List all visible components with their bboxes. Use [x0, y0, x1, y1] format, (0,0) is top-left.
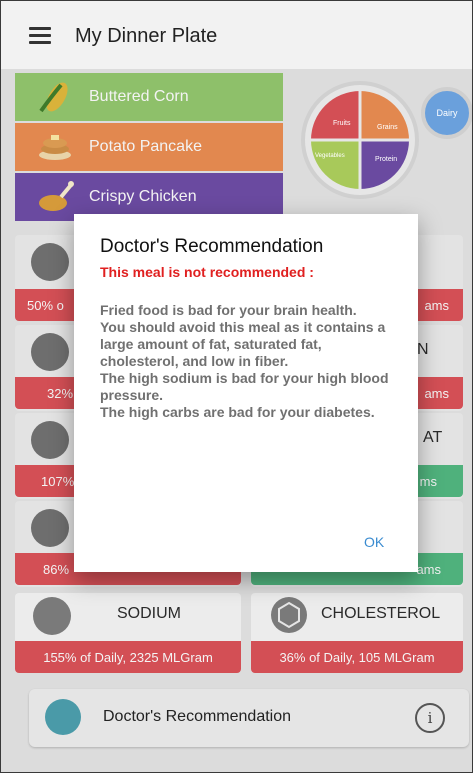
nutrient-value: ms: [419, 473, 437, 489]
dialog-warning: This meal is not recommended :: [100, 264, 314, 280]
food-label: Potato Pancake: [89, 138, 202, 155]
plate-grains-label: Grains: [377, 124, 398, 131]
food-item[interactable]: Potato Pancake: [15, 123, 283, 171]
menu-icon[interactable]: [29, 27, 51, 45]
nutrient-value: 86%: [43, 561, 70, 577]
nutrient-value: 32%: [47, 385, 74, 401]
sodium-value: 155% of Daily, 2325 MLGram: [43, 649, 213, 665]
dialog-line: You should avoid this meal as it contain…: [100, 319, 386, 369]
dairy-circle[interactable]: Dairy: [421, 87, 472, 139]
sodium-value-bar: 155% of Daily, 2325 MLGram: [15, 641, 241, 673]
doctor-avatar-icon: [45, 699, 81, 735]
dialog-line: The high sodium is bad for your high blo…: [100, 370, 389, 403]
food-label: Crispy Chicken: [89, 188, 197, 205]
app-frame: My Dinner Plate Buttered Corn Potato Pan…: [0, 0, 473, 773]
doctor-recommendation-label: Doctor's Recommendation: [103, 708, 292, 725]
sodium-title: SODIUM: [117, 605, 181, 622]
chicken-icon: [39, 181, 74, 211]
nutrient-title: N: [417, 341, 429, 358]
info-icon[interactable]: i: [415, 703, 445, 733]
nutrient-value: ams: [416, 561, 441, 577]
dairy-label: Dairy: [436, 108, 458, 118]
app-bar: My Dinner Plate: [1, 1, 472, 69]
pancake-icon: [39, 135, 71, 160]
nutrient-value: ams: [424, 297, 449, 313]
drop-icon: [31, 509, 69, 547]
food-item[interactable]: Buttered Corn: [15, 73, 283, 121]
food-plate[interactable]: Fruits Grains Vegetables Protein: [301, 81, 419, 199]
doctor-recommendation-bar[interactable]: Doctor's Recommendation i: [29, 689, 469, 747]
nutrient-value: 50% o: [27, 297, 64, 313]
food-label: Buttered Corn: [89, 88, 189, 105]
dialog-message: Fried food is bad for your brain health.…: [100, 302, 396, 421]
dialog-title: Doctor's Recommendation: [100, 236, 324, 257]
nutrient-title: AT: [423, 429, 443, 446]
cholesterol-icon: [271, 597, 307, 633]
recommendation-dialog: Doctor's Recommendation This meal is not…: [74, 214, 418, 572]
corn-icon: [39, 82, 68, 113]
nutrient-value: 107%: [41, 473, 75, 489]
leaf-icon: [31, 333, 69, 371]
dialog-line: The high carbs are bad for your diabetes…: [100, 404, 375, 420]
cholesterol-title: CHOLESTEROL: [321, 605, 441, 622]
plate-fruits-label: Fruits: [333, 120, 351, 127]
plate-protein-label: Protein: [375, 156, 397, 163]
sodium-icon: [33, 597, 71, 635]
nutrient-value: ams: [424, 385, 449, 401]
dialog-line: Fried food is bad for your brain health.: [100, 302, 357, 318]
cholesterol-value-bar: 36% of Daily, 105 MLGram: [251, 641, 463, 673]
plate-vegetables-label: Vegetables: [315, 153, 345, 159]
face-icon: [31, 421, 69, 459]
ok-button[interactable]: OK: [364, 534, 384, 550]
cholesterol-value: 36% of Daily, 105 MLGram: [279, 649, 435, 665]
app-title: My Dinner Plate: [75, 25, 218, 47]
energy-icon: [31, 243, 69, 281]
plate-chart: Fruits Grains Vegetables Protein: [311, 91, 409, 189]
